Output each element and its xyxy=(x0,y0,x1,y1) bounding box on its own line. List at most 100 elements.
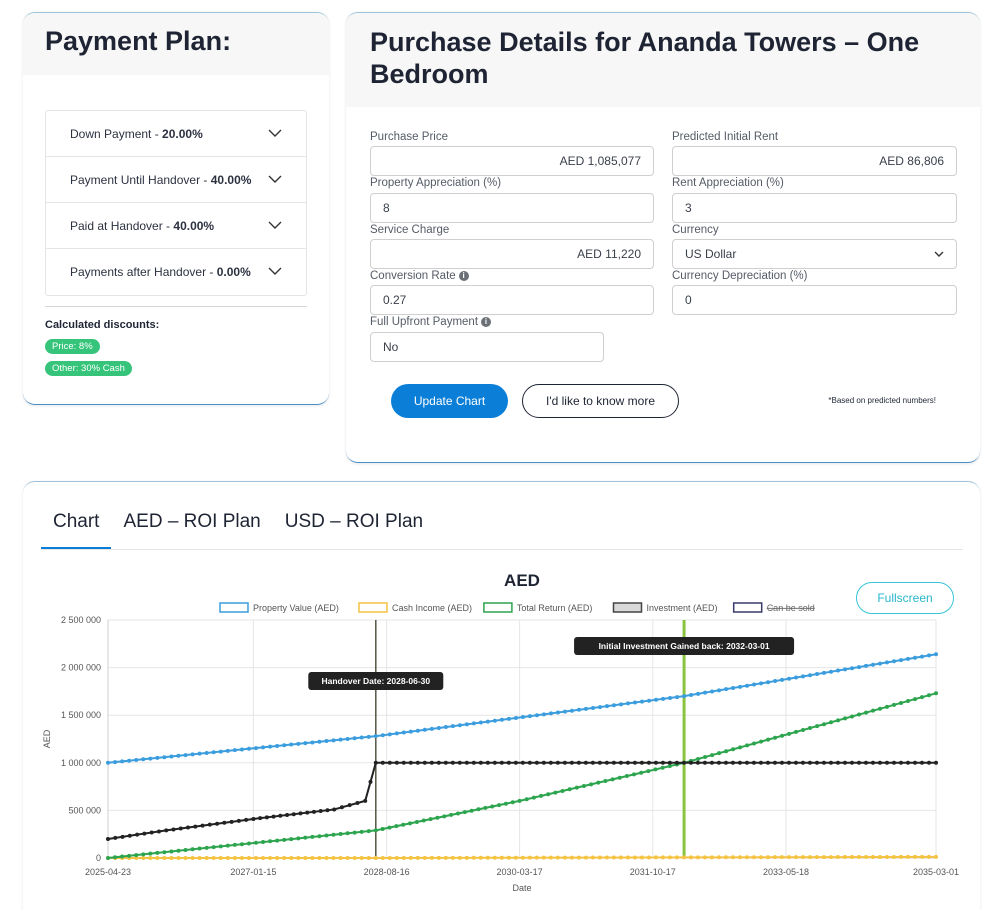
data-point xyxy=(246,841,251,846)
data-point xyxy=(878,706,883,711)
data-point xyxy=(569,760,574,765)
currency-depreciation-input[interactable]: 0 xyxy=(672,285,957,315)
data-point xyxy=(387,732,392,737)
data-point xyxy=(338,832,343,837)
accordion-until-handover[interactable]: Payment Until Handover - 40.00% xyxy=(46,157,306,203)
data-point xyxy=(366,829,371,834)
data-point xyxy=(626,701,631,706)
data-point xyxy=(331,856,336,860)
data-point xyxy=(338,737,343,742)
data-point xyxy=(674,760,679,765)
data-point xyxy=(142,831,147,836)
info-icon[interactable]: i xyxy=(481,317,492,327)
data-point xyxy=(258,816,263,821)
data-point xyxy=(339,805,344,810)
data-point xyxy=(919,760,924,765)
data-point xyxy=(583,706,588,711)
data-point xyxy=(106,760,110,765)
data-point xyxy=(318,809,323,814)
data-point xyxy=(555,855,560,860)
data-point xyxy=(836,668,841,673)
data-point xyxy=(450,724,455,729)
data-point xyxy=(821,855,826,860)
data-point xyxy=(422,727,427,732)
data-point xyxy=(506,716,511,721)
purchase-price-input[interactable]: AED 1,085,077 xyxy=(370,146,654,176)
legend-label: Cash Income (AED) xyxy=(392,603,472,613)
conversion-rate-input[interactable]: 0.27 xyxy=(370,285,654,315)
data-point xyxy=(305,810,310,815)
data-point xyxy=(800,855,805,860)
data-point xyxy=(282,743,287,748)
data-point xyxy=(190,752,195,757)
data-point xyxy=(751,855,756,860)
initial-rent-input[interactable]: AED 86,806 xyxy=(672,146,957,176)
fullscreen-button[interactable]: Fullscreen xyxy=(856,582,954,614)
data-point xyxy=(752,682,757,687)
full-upfront-select[interactable]: No xyxy=(370,332,604,362)
data-point xyxy=(380,826,385,831)
data-point xyxy=(787,676,792,681)
data-point xyxy=(492,855,497,860)
data-point xyxy=(190,856,195,860)
data-point xyxy=(738,684,743,689)
data-point xyxy=(303,835,308,840)
data-point xyxy=(878,661,883,666)
data-point xyxy=(120,854,125,859)
accordion-label: Paid at Handover - 40.00% xyxy=(70,218,215,233)
accordion-at-handover[interactable]: Paid at Handover - 40.00% xyxy=(46,203,306,249)
data-point xyxy=(408,855,413,860)
data-point xyxy=(913,697,918,702)
data-point xyxy=(934,760,938,765)
data-point xyxy=(856,760,861,765)
data-point xyxy=(275,838,280,843)
currency-select[interactable]: US Dollar xyxy=(672,239,957,269)
info-icon[interactable]: i xyxy=(458,271,469,281)
currency-depreciation-label: Currency Depreciation (%) xyxy=(672,270,808,282)
data-point xyxy=(503,801,508,806)
predicted-note: *Based on predicted numbers! xyxy=(828,396,936,405)
y-tick-label: 500 000 xyxy=(68,805,101,815)
data-point xyxy=(443,760,448,765)
property-appreciation-input[interactable]: 8 xyxy=(370,193,654,223)
data-point xyxy=(815,724,820,729)
data-point xyxy=(264,815,269,820)
data-point xyxy=(612,703,617,708)
rent-appreciation-input[interactable]: 3 xyxy=(672,193,957,223)
data-point xyxy=(169,849,174,854)
data-point xyxy=(562,709,567,714)
data-point xyxy=(871,662,876,667)
data-point xyxy=(457,723,462,728)
data-point xyxy=(646,769,651,774)
data-point xyxy=(394,731,399,736)
data-point xyxy=(703,755,708,760)
data-point xyxy=(688,855,693,860)
data-point xyxy=(457,760,462,765)
data-point xyxy=(443,725,448,730)
accordion-down-payment[interactable]: Down Payment - 20.00% xyxy=(46,111,306,157)
currency-select-value: US Dollar xyxy=(685,247,737,261)
data-point xyxy=(603,779,608,784)
data-point xyxy=(794,729,799,734)
data-point xyxy=(289,742,294,747)
data-point xyxy=(717,751,722,756)
y-tick-label: 2 000 000 xyxy=(61,663,101,673)
know-more-button[interactable]: I'd like to know more xyxy=(522,384,679,418)
data-point xyxy=(710,753,715,758)
data-point xyxy=(148,856,153,860)
data-point xyxy=(268,839,273,844)
update-chart-button[interactable]: Update Chart xyxy=(391,384,508,418)
accordion-after-handover[interactable]: Payments after Handover - 0.00% xyxy=(46,249,306,295)
data-point xyxy=(541,855,546,860)
data-point xyxy=(723,855,728,860)
data-point xyxy=(786,760,791,765)
data-point xyxy=(218,844,223,849)
service-charge-input[interactable]: AED 11,220 xyxy=(370,239,654,269)
data-point xyxy=(737,760,742,765)
data-point xyxy=(821,760,826,765)
data-point xyxy=(590,705,595,710)
data-point xyxy=(632,760,637,765)
data-point xyxy=(421,818,426,823)
data-point xyxy=(225,843,230,848)
data-point xyxy=(113,855,118,860)
